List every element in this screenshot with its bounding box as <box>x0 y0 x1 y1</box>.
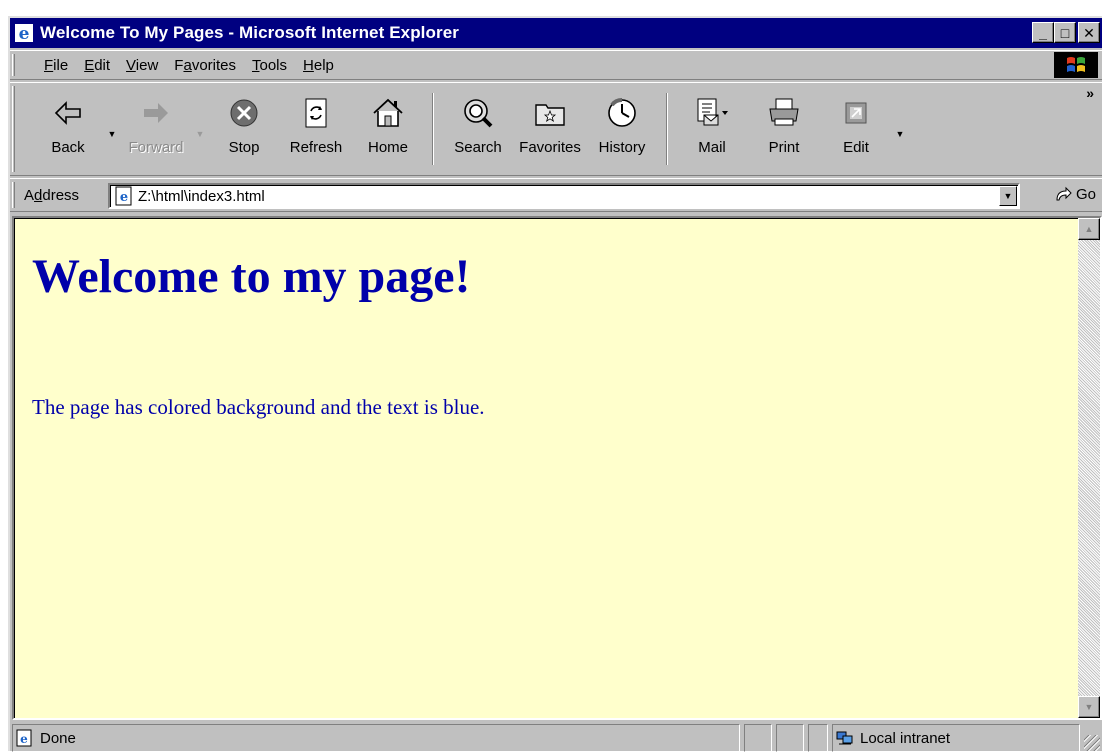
favorites-button[interactable]: Favorites <box>514 87 586 173</box>
toolbar-separator <box>432 93 434 165</box>
minimize-button[interactable]: _ <box>1032 22 1054 43</box>
favorites-folder-icon <box>535 104 565 126</box>
go-button[interactable]: Go <box>1054 185 1096 203</box>
menu-tools[interactable]: Tools <box>244 57 295 74</box>
svg-text:e: e <box>19 24 30 43</box>
menu-file[interactable]: File <box>36 57 76 74</box>
menu-help[interactable]: Help <box>295 57 342 74</box>
svg-text:e: e <box>20 732 28 746</box>
minimize-icon: _ <box>1039 24 1047 41</box>
refresh-icon <box>305 98 327 128</box>
stop-button[interactable]: Stop <box>208 87 280 173</box>
toolbar-grip[interactable] <box>12 86 15 172</box>
page-status-icon: e <box>16 729 32 747</box>
maximize-button[interactable]: □ <box>1054 22 1076 43</box>
menu-grip[interactable] <box>12 54 15 76</box>
status-pane-blank <box>776 724 804 752</box>
status-bar: e Done Local intranet <box>12 722 1102 753</box>
close-button[interactable]: ✕ <box>1078 22 1100 43</box>
resize-grip-icon[interactable] <box>1084 735 1100 751</box>
go-arrow-icon <box>1056 186 1072 201</box>
close-icon: ✕ <box>1083 24 1095 41</box>
window-title: Welcome To My Pages - Microsoft Internet… <box>40 23 459 42</box>
menu-favorites[interactable]: Favorites <box>166 57 244 74</box>
address-input[interactable]: e Z:\html\index3.html ▼ <box>108 183 1020 209</box>
page-icon: e <box>115 186 132 206</box>
forward-arrow-icon <box>144 103 168 123</box>
svg-text:e: e <box>120 190 128 205</box>
menu-bar: File Edit View Favorites Tools Help <box>10 50 1102 80</box>
intranet-icon <box>836 731 853 745</box>
status-text: Done <box>40 729 76 747</box>
address-grip[interactable] <box>12 182 15 208</box>
maximize-icon: □ <box>1060 24 1070 41</box>
forward-dropdown-icon[interactable]: ▼ <box>192 87 208 173</box>
ie-logo-icon: e <box>15 24 33 43</box>
home-button[interactable]: Home <box>352 87 424 173</box>
menu-view[interactable]: View <box>118 57 166 74</box>
scroll-up-icon[interactable]: ▲ <box>1078 218 1100 240</box>
status-pane-blank <box>808 724 828 752</box>
windows-logo-icon <box>1054 52 1098 78</box>
home-icon <box>373 98 403 127</box>
browser-window: e Welcome To My Pages - Microsoft Intern… <box>8 16 1102 753</box>
edit-icon <box>845 102 867 124</box>
address-value: Z:\html\index3.html <box>138 187 265 205</box>
standard-toolbar: Back ▼ Forward ▼ Stop Refresh Home Searc… <box>10 82 1102 176</box>
back-dropdown-icon[interactable]: ▼ <box>104 87 120 173</box>
status-text-pane: e Done <box>12 724 740 752</box>
mail-icon <box>697 98 728 126</box>
toolbar-separator <box>666 93 668 165</box>
edit-dropdown-icon[interactable]: ▼ <box>892 87 908 173</box>
zone-pane[interactable]: Local intranet <box>832 724 1080 752</box>
menu-edit[interactable]: Edit <box>76 57 118 74</box>
edit-button[interactable]: Edit <box>820 87 892 173</box>
address-label: Address <box>24 187 80 204</box>
scroll-down-icon[interactable]: ▼ <box>1078 696 1100 718</box>
page-paragraph: The page has colored background and the … <box>32 395 485 419</box>
content-frame: Welcome to my page! The page has colored… <box>12 216 1102 720</box>
back-arrow-icon <box>54 101 81 125</box>
search-button[interactable]: Search <box>442 87 514 173</box>
printer-icon <box>769 98 799 126</box>
toolbar-chevron-icon[interactable]: » <box>1086 85 1094 101</box>
zone-text: Local intranet <box>860 729 951 747</box>
history-clock-icon <box>608 98 636 127</box>
address-dropdown-icon[interactable]: ▼ <box>999 186 1017 206</box>
refresh-button[interactable]: Refresh <box>280 87 352 173</box>
web-page[interactable]: Welcome to my page! The page has colored… <box>14 218 1080 718</box>
title-bar[interactable]: e Welcome To My Pages - Microsoft Intern… <box>10 18 1102 48</box>
print-button[interactable]: Print <box>748 87 820 173</box>
forward-button[interactable]: Forward <box>120 87 192 173</box>
search-icon <box>464 99 493 128</box>
address-bar: Address e Z:\html\index3.html ▼ Go <box>10 178 1102 212</box>
stop-icon <box>230 99 258 127</box>
status-pane-blank <box>744 724 772 752</box>
back-button[interactable]: Back <box>32 87 104 173</box>
vertical-scrollbar[interactable]: ▲ ▼ <box>1078 218 1100 718</box>
history-button[interactable]: History <box>586 87 658 173</box>
mail-button[interactable]: Mail <box>676 87 748 173</box>
page-heading: Welcome to my page! <box>32 250 471 303</box>
